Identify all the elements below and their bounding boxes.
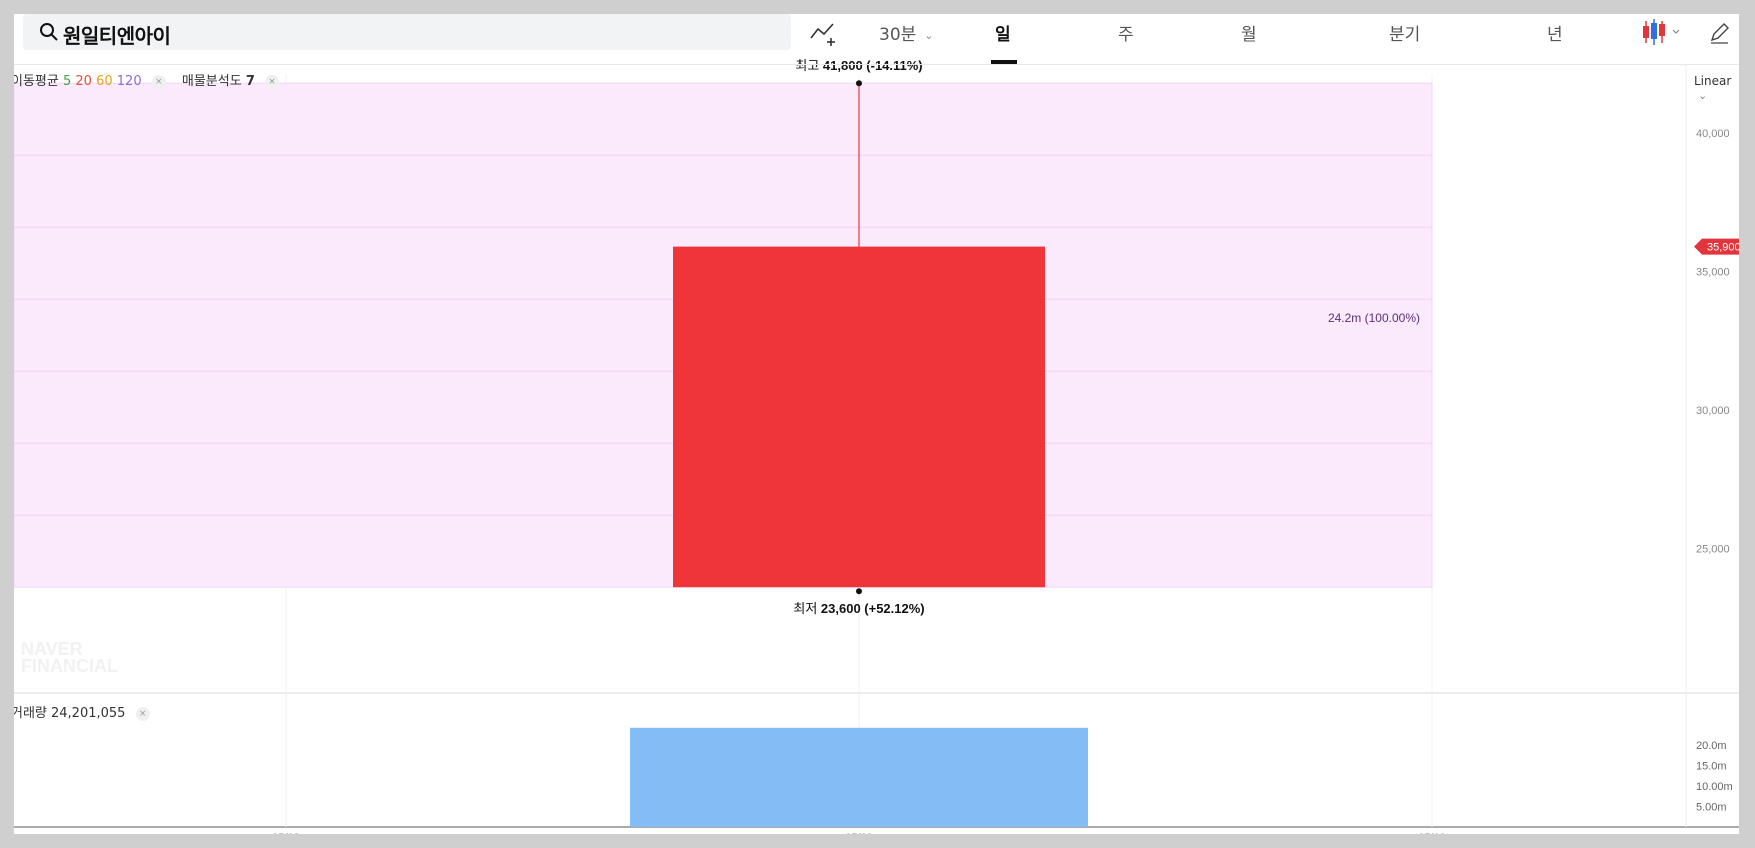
ma-label: 이동평균 [14,74,59,89]
chevron-down-icon: ⌄ [924,28,934,42]
ma-period-120: 120 [116,74,142,89]
tab-year[interactable]: 년 [1547,20,1563,45]
search-icon [40,23,58,41]
scale-mode-selector[interactable]: Linear⌄ [1694,74,1739,102]
price-tick-label-2: 35,000 [1696,267,1730,279]
high-marker-dot [856,80,862,87]
ma-period-5: 5 [62,74,72,89]
candle-body-0 [673,246,1045,588]
watermark-line-2: FINANCIAL [21,656,118,676]
volume-bar-0 [630,727,1088,827]
volume-tick-label-2: 15.0m [1696,761,1727,773]
vp-label: 매물분석도 [181,74,242,89]
add-indicator-icon[interactable] [809,20,839,46]
ma-period-60: 60 [96,74,113,89]
date-tick-label-1: 05/09 [845,832,873,834]
volume-tick-label-0: 5.00m [1696,802,1727,814]
volume-profile-label: 24.2m (100.00%) [1328,311,1420,325]
chart-canvas: 24.2m (100.00%)NAVERFINANCIAL최고 41,800 (… [14,58,1739,834]
price-tick-label-1: 30,000 [1696,405,1730,417]
volume-tick-label-3: 20.0m [1696,740,1727,752]
low-marker-dot [856,588,862,595]
stock-search-bar[interactable]: 원일티엔아이 [23,14,791,50]
ma-period-20: 20 [75,74,92,89]
scale-mode-label: Linear [1694,74,1732,88]
remove-vp-button[interactable]: × [265,74,280,89]
tab-day[interactable]: 일 [995,20,1011,45]
drawing-pencil-icon[interactable] [1708,20,1730,44]
volume-legend: 거래량 24,201,055 × [14,702,150,721]
interval-label: 30분 [879,25,917,45]
volume-label: 거래량 24,201,055 [14,706,126,721]
tab-quarter[interactable]: 분기 [1389,20,1420,45]
tab-month[interactable]: 월 [1241,20,1257,45]
low-price-label: 최저 23,600 (+52.12%) [793,601,924,616]
active-tab-indicator [991,60,1017,64]
date-tick-label-0: 05/08 [272,832,300,834]
price-tick-label-3: 40,000 [1696,128,1730,140]
date-tick-label-2: 05/10 [1418,832,1446,834]
stock-name: 원일티엔아이 [63,24,171,48]
remove-ma-button[interactable]: × [151,74,166,89]
vp-value: 7 [245,74,255,89]
chart-toolbar: 원일티엔아이 30분 ⌄ 일 주 월 분기 년 [14,14,1739,65]
candlestick-icon [1643,19,1680,45]
indicator-legend: 이동평균 5 20 60 120 × 매물분석도 7 × [14,70,280,89]
remove-volume-button[interactable]: × [135,706,150,721]
chevron-down-icon: ⌄ [1698,89,1708,102]
current-price-label: 35,900 [1707,242,1739,254]
interval-selector[interactable]: 30분 ⌄ [879,20,934,45]
price-tick-label-0: 25,000 [1696,543,1730,555]
tab-week[interactable]: 주 [1118,20,1134,45]
volume-tick-label-1: 10.00m [1696,781,1733,793]
chart-window: 24.2m (100.00%) NAVER FINANCIAL 최고 41,800 (… [14,14,1739,834]
